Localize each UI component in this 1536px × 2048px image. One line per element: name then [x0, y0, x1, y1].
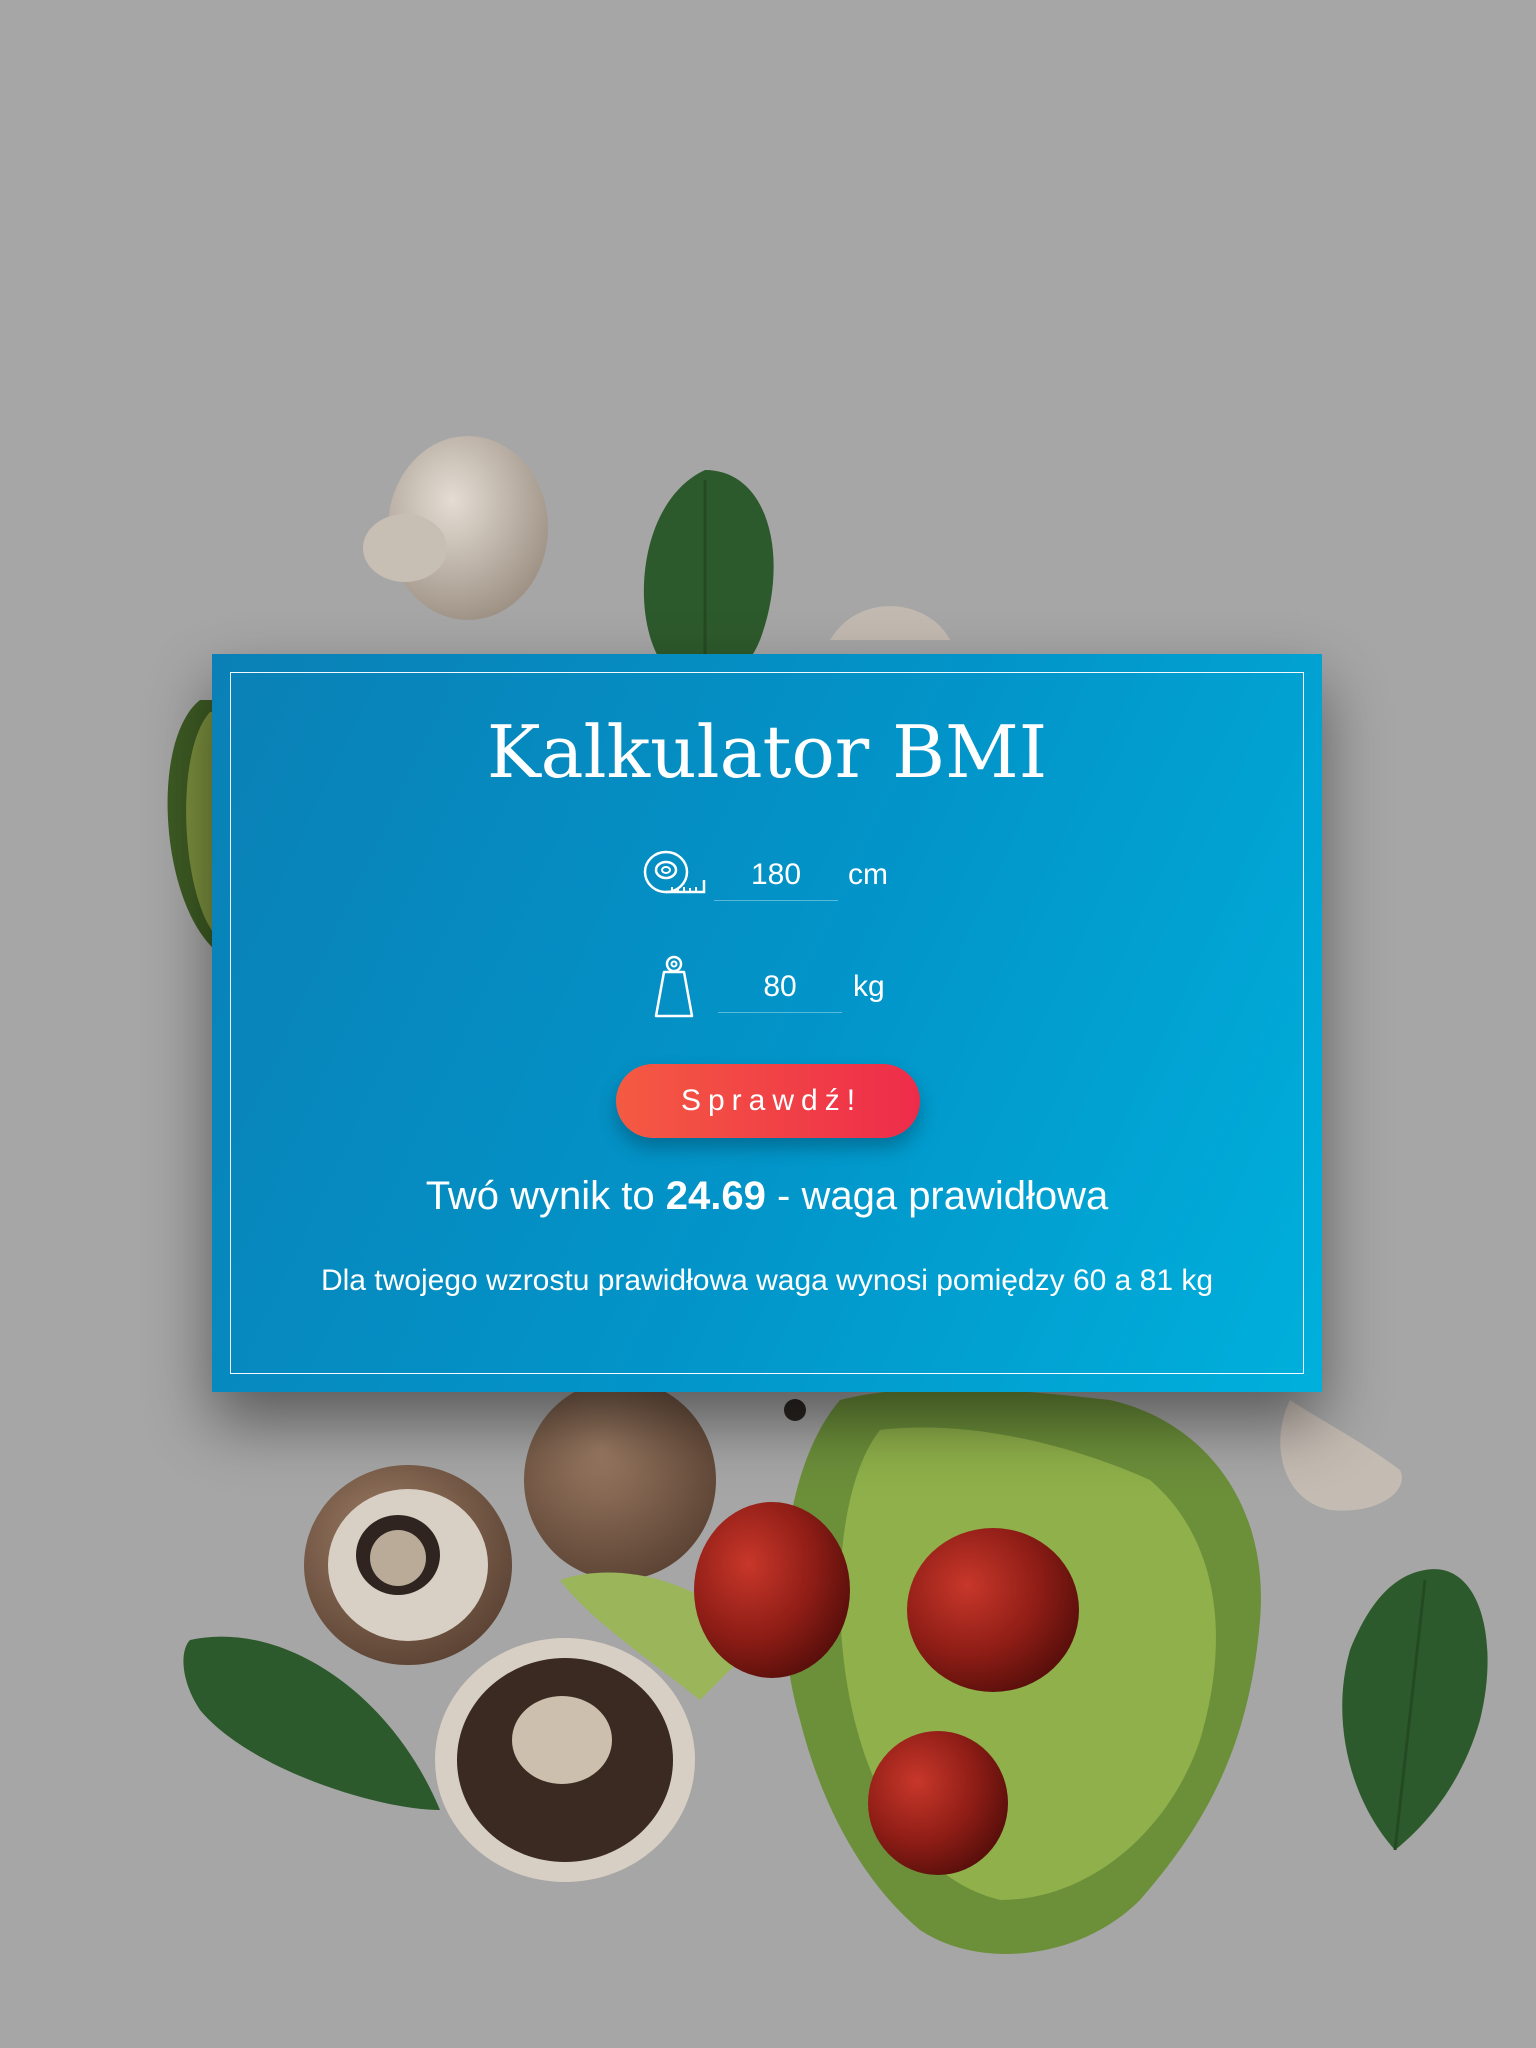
healthy-weight-range: Dla twojego wzrostu prawidłowa waga wyno…: [320, 1264, 1214, 1297]
bmi-calculator-card: Kalkulator BMI cm kg Sprawdź! Twó wyn: [212, 654, 1322, 1392]
height-input[interactable]: [714, 850, 838, 901]
tape-measure-icon: [642, 846, 706, 910]
page-title: Kalkulator BMI: [486, 710, 1048, 794]
result-value: 24.69: [665, 1174, 766, 1218]
height-row: cm: [212, 846, 1322, 916]
check-button[interactable]: Sprawdź!: [616, 1064, 920, 1138]
weight-unit-label: kg: [853, 970, 885, 1003]
result-prefix: Twó wynik to: [425, 1174, 655, 1218]
result-suffix: - waga prawidłowa: [777, 1174, 1109, 1218]
weight-row: kg: [212, 954, 1322, 1024]
height-unit-label: cm: [848, 858, 888, 891]
weight-icon: [648, 954, 712, 1018]
bmi-result: Twó wynik to 24.69 - waga prawidłowa: [212, 1174, 1322, 1219]
weight-input[interactable]: [718, 962, 842, 1013]
